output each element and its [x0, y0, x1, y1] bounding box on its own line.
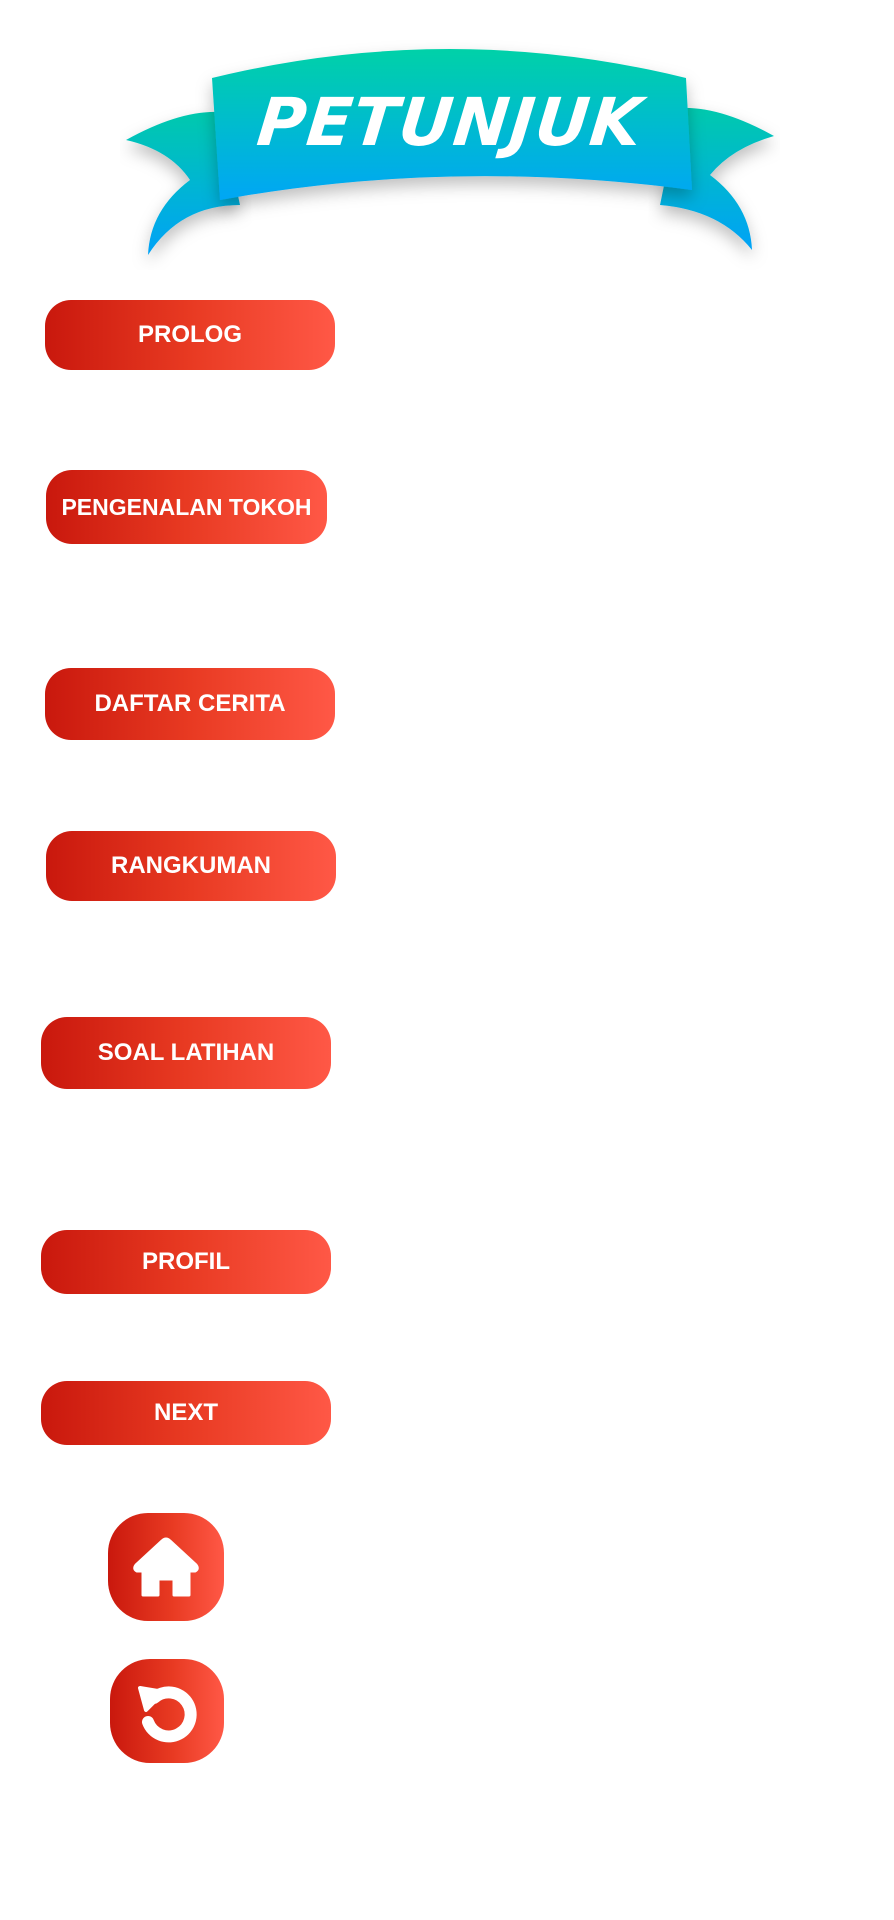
back-arrow-icon [138, 1686, 197, 1743]
rangkuman-button[interactable]: RANGKUMAN [46, 831, 336, 901]
pengenalan-tokoh-button[interactable]: PENGENALAN TOKOH [46, 470, 327, 544]
prolog-button[interactable]: PROLOG [45, 300, 335, 370]
title-banner: PETUNJUK [120, 40, 780, 270]
back-button[interactable] [110, 1659, 224, 1763]
profil-button[interactable]: PROFIL [41, 1230, 331, 1294]
next-button[interactable]: NEXT [41, 1381, 331, 1445]
home-icon [133, 1537, 199, 1597]
home-button[interactable] [108, 1513, 224, 1621]
page-title: PETUNJUK [253, 84, 647, 161]
daftar-cerita-button[interactable]: DAFTAR CERITA [45, 668, 335, 740]
soal-latihan-button[interactable]: SOAL LATIHAN [41, 1017, 331, 1089]
